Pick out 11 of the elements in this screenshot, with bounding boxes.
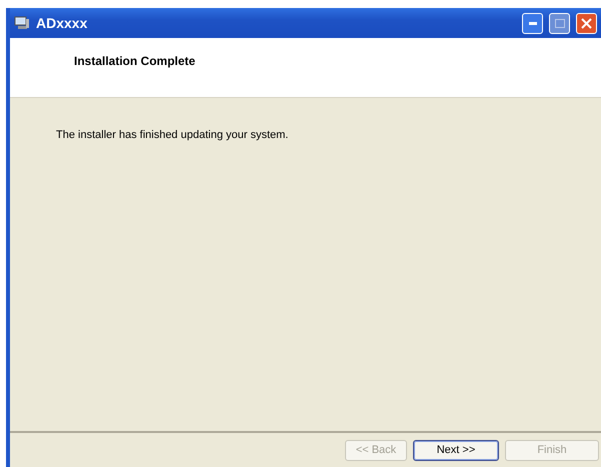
- wizard-button[interactable]: Next >>: [413, 440, 499, 460]
- window-title: ADxxxx: [36, 15, 88, 31]
- close-button[interactable]: [576, 12, 597, 34]
- computer-icon: [14, 16, 30, 30]
- maximize-icon: [554, 18, 564, 28]
- status-message: The installer has finished updating your system.: [56, 129, 288, 141]
- page-heading: Installation Complete: [74, 54, 196, 68]
- minimize-icon: [528, 22, 536, 24]
- minimize-button[interactable]: [522, 12, 543, 34]
- close-icon: [581, 18, 592, 28]
- maximize-button[interactable]: [549, 12, 570, 34]
